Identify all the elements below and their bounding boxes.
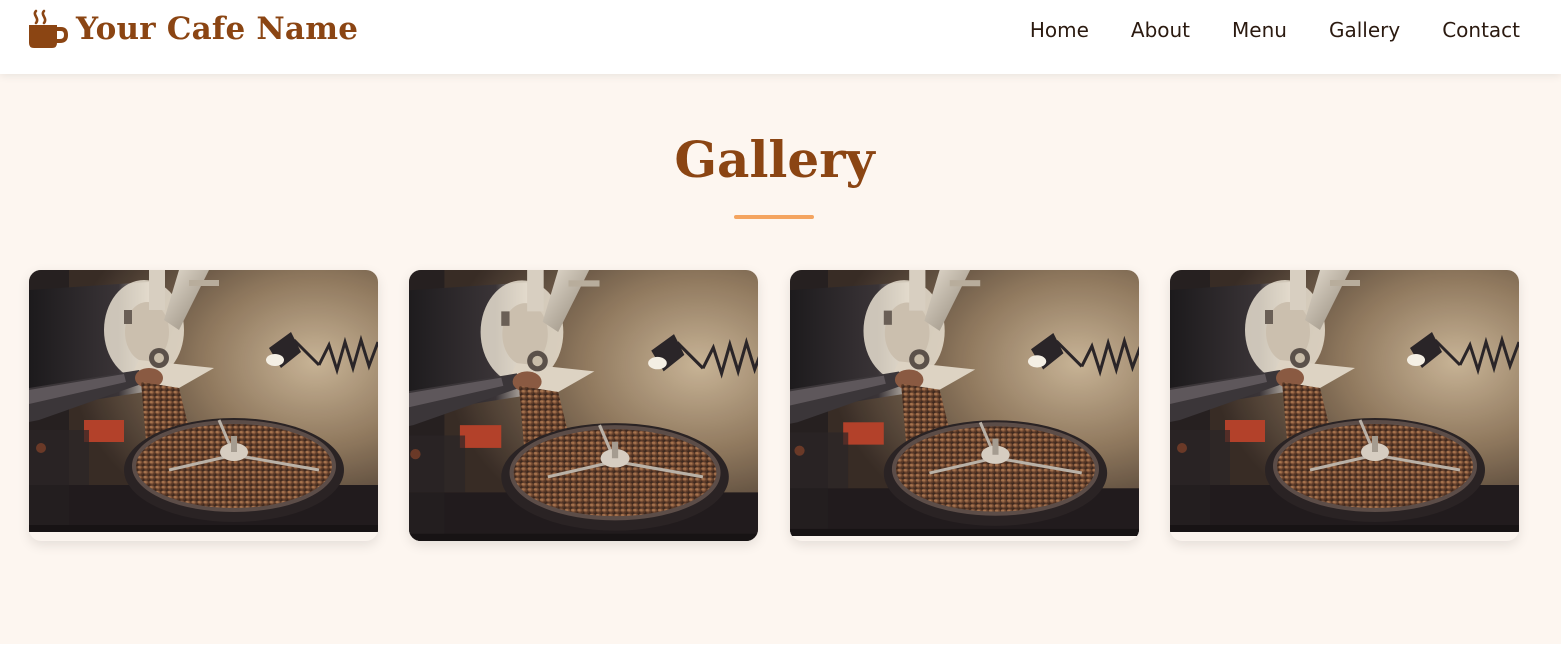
coffee-roaster-photo: [1170, 270, 1519, 532]
main-navigation: Home About Menu Gallery Contact: [1030, 17, 1520, 43]
coffee-roaster-photo: [29, 270, 378, 532]
gallery-item-3[interactable]: [790, 270, 1139, 541]
nav-link-menu[interactable]: Menu: [1232, 18, 1287, 42]
page-footer-edge: [0, 644, 1561, 664]
nav-link-home[interactable]: Home: [1030, 18, 1089, 42]
gallery-section: Gallery: [0, 74, 1561, 644]
nav-link-gallery[interactable]: Gallery: [1329, 18, 1400, 42]
title-underline: [734, 215, 814, 219]
coffee-roaster-photo: [790, 270, 1139, 536]
coffee-cup-icon: [29, 9, 68, 48]
site-header: Your Cafe Name Home About Menu Gallery C…: [0, 0, 1561, 74]
nav-link-contact[interactable]: Contact: [1442, 18, 1520, 42]
gallery-title: Gallery: [674, 130, 875, 189]
coffee-roaster-photo: [409, 270, 758, 541]
gallery-item-2[interactable]: [409, 270, 758, 541]
gallery-item-4[interactable]: [1170, 270, 1519, 541]
nav-link-about[interactable]: About: [1131, 18, 1190, 42]
gallery-item-1[interactable]: [29, 270, 378, 541]
brand-name: Your Cafe Name: [76, 11, 359, 47]
brand-logo-link[interactable]: Your Cafe Name: [26, 8, 358, 50]
